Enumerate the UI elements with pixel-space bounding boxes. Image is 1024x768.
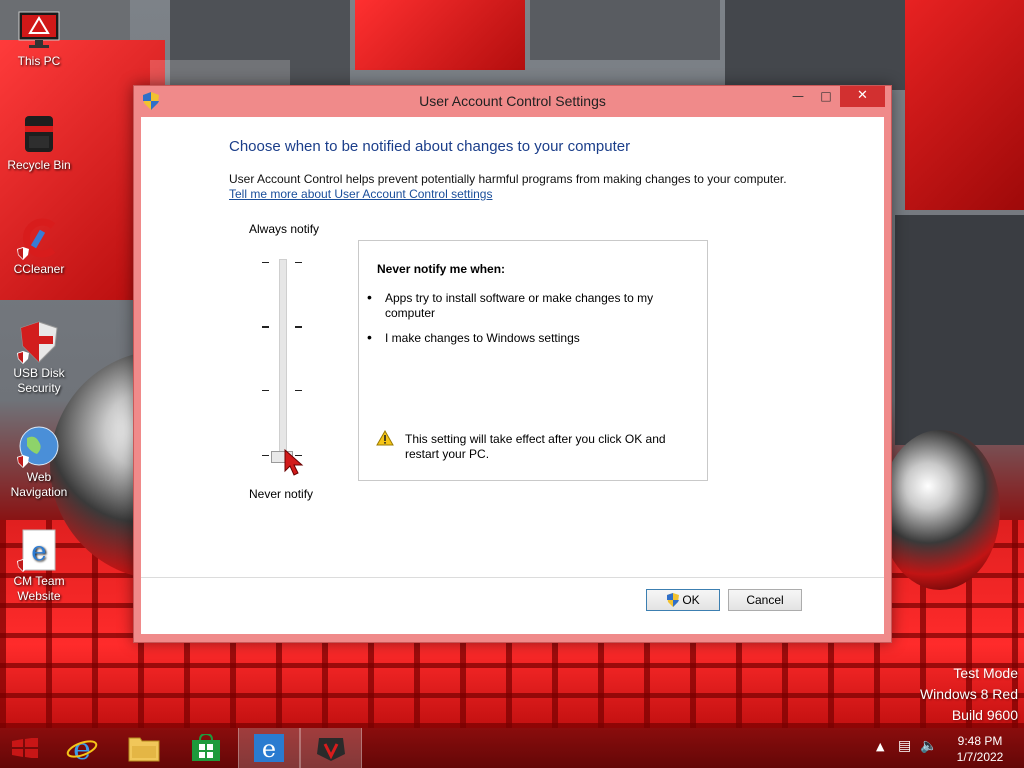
svg-text:e: e (262, 735, 276, 763)
clock-time: 9:48 PM (957, 734, 1003, 748)
wallpaper-sphere (880, 430, 1000, 590)
slider-tick (262, 455, 269, 456)
taskbar-internet-explorer[interactable]: e (52, 728, 112, 768)
taskbar-clock[interactable]: 9:48 PM 1/7/2022 (940, 733, 1020, 765)
globe-icon (17, 424, 61, 468)
uac-shield-icon (667, 593, 679, 607)
slider-tick (262, 390, 269, 391)
wallpaper-cube (530, 0, 720, 60)
uac-shield-icon (17, 559, 29, 572)
title-bar[interactable]: User Account Control Settings — □ ✕ (134, 86, 891, 116)
desktop-icon-label: CM Team Website (13, 574, 65, 603)
uac-shield-icon (17, 455, 29, 468)
desktop-icon-label: CCleaner (13, 262, 65, 276)
monitor-icon (17, 8, 61, 52)
start-button[interactable] (0, 728, 50, 768)
desktop-icon-label: Recycle Bin (7, 158, 71, 172)
bullet-item: I make changes to Windows settings (367, 330, 675, 346)
taskbar: e e ▲ ▤ 🔈 9:48 PM 1/7/2022 (0, 728, 1024, 768)
ie-document-icon: e (17, 528, 61, 572)
test-mode-watermark: Test Mode Windows 8 Red Build 9600 (920, 663, 1018, 726)
wallpaper-cube (355, 0, 525, 70)
slider-tick (262, 262, 269, 263)
slider-bottom-label: Never notify (249, 487, 314, 501)
control-panel-icon (317, 738, 345, 761)
slider-tick (295, 390, 302, 391)
setting-description-panel: Never notify me when: Apps try to instal… (358, 240, 708, 481)
cancel-button[interactable]: Cancel (728, 589, 802, 611)
desktop-icon-label: Web Navigation (10, 470, 68, 499)
taskbar-uac-settings[interactable] (300, 728, 362, 768)
taskbar-store[interactable] (176, 728, 236, 768)
volume-muted-icon[interactable]: 🔈 (920, 738, 937, 754)
window-title: User Account Control Settings (419, 93, 606, 109)
maximize-button[interactable]: □ (812, 86, 840, 107)
slider-tick (295, 326, 302, 328)
wallpaper-cube (905, 0, 1024, 210)
svg-text:e: e (31, 537, 46, 567)
footer-divider (141, 577, 884, 578)
wallpaper-cube (150, 60, 290, 85)
page-heading: Choose when to be notified about changes… (229, 138, 631, 155)
svg-text:e: e (73, 732, 91, 764)
ccleaner-icon (17, 216, 61, 260)
show-hidden-icons-icon[interactable]: ▲ (876, 740, 884, 753)
store-icon (192, 734, 220, 761)
taskbar-file-explorer[interactable] (114, 728, 174, 768)
uac-settings-window: User Account Control Settings — □ ✕ Choo… (133, 85, 892, 643)
warning-text: This setting will take effect after you … (405, 432, 666, 461)
minimize-button[interactable]: — (784, 86, 812, 107)
description-text: User Account Control helps prevent poten… (229, 172, 787, 186)
internet-explorer-icon: e (66, 732, 98, 764)
recycle-bin-icon (17, 112, 61, 156)
watermark-line: Windows 8 Red (919, 686, 1018, 702)
desktop-icon-web-navigation[interactable]: Web Navigation (2, 424, 76, 500)
desktop-icon-recycle-bin[interactable]: Recycle Bin (2, 112, 76, 173)
usb-shield-icon (17, 320, 61, 364)
learn-more-link[interactable]: Tell me more about User Account Control … (229, 187, 492, 201)
slider-track[interactable] (279, 259, 287, 461)
slider-tick (262, 326, 269, 328)
uac-shield-icon (17, 247, 29, 260)
slider-top-label: Always notify (249, 222, 320, 236)
taskbar-ie-window[interactable]: e (238, 728, 300, 768)
desktop-icon-ccleaner[interactable]: CCleaner (2, 216, 76, 277)
warning-icon (376, 430, 394, 446)
wallpaper-cube (895, 215, 1024, 445)
mouse-cursor-icon (284, 449, 304, 476)
desktop-icon-cm-team-website[interactable]: e CM Team Website (2, 528, 76, 604)
window-content: Choose when to be notified about changes… (141, 117, 884, 634)
ok-button[interactable]: OK (646, 589, 720, 611)
uac-shield-icon (17, 351, 29, 364)
slider-tick (295, 262, 302, 263)
network-icon[interactable]: ▤ (898, 738, 911, 754)
wallpaper-cube (725, 0, 905, 90)
desktop-icon-this-pc[interactable]: This PC (2, 8, 76, 69)
watermark-line: Test Mode (953, 665, 1018, 681)
internet-explorer-icon: e (254, 734, 284, 763)
bullet-item: Apps try to install software or make cha… (367, 290, 675, 321)
windows-logo-icon (12, 738, 38, 758)
system-tray: ▲ ▤ 🔈 (876, 736, 937, 760)
desktop-icon-label: This PC (17, 54, 61, 68)
desktop-icon-label: USB Disk Security (13, 366, 65, 395)
clock-date: 1/7/2022 (956, 750, 1004, 764)
watermark-line: Build 9600 (951, 707, 1018, 723)
folder-icon (128, 737, 160, 762)
panel-title: Never notify me when: (377, 262, 506, 276)
close-button[interactable]: ✕ (840, 86, 885, 107)
desktop-icon-usb-disk-security[interactable]: USB Disk Security (2, 320, 76, 396)
